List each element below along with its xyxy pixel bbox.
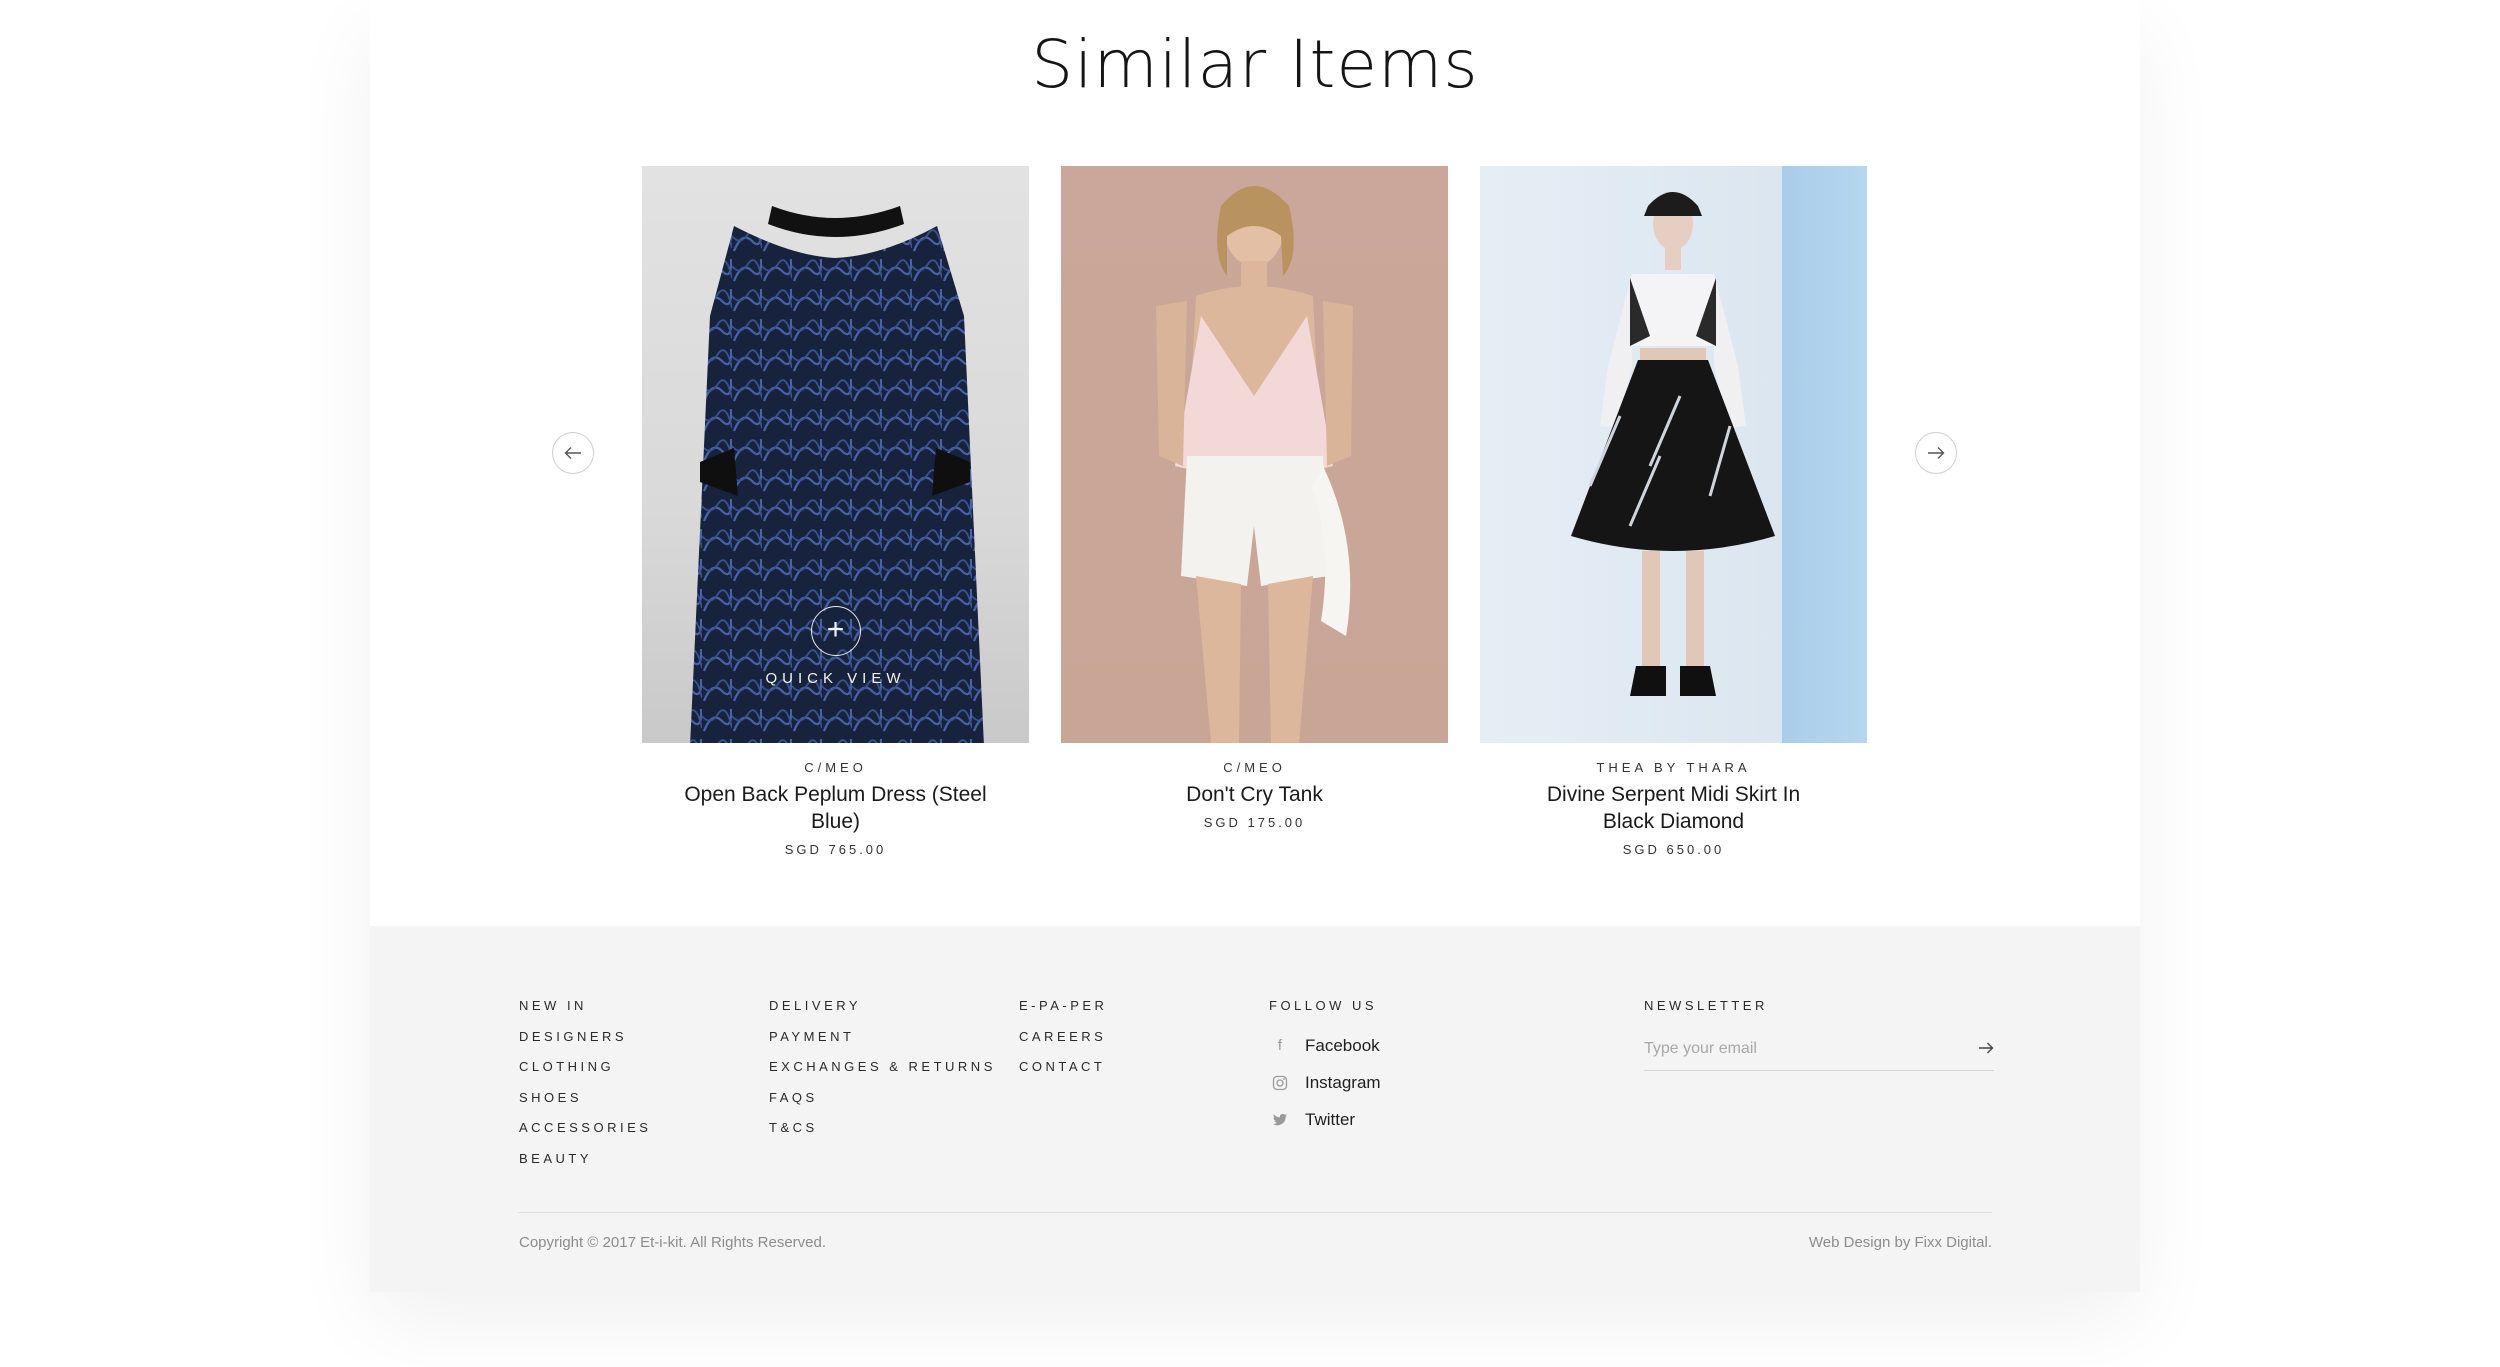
product-price: SGD 765.00 (784, 842, 887, 857)
arrow-right-icon (1979, 1042, 1994, 1054)
newsletter-title: NEWSLETTER (1644, 998, 1768, 1013)
newsletter-submit-button[interactable] (1978, 1038, 1994, 1061)
product-price: SGD 175.00 (1203, 815, 1306, 830)
page-frame: Similar Items + QUICK VIEW C/MEO Open Ba… (370, 0, 2140, 1292)
product-brand[interactable]: C/MEO (1061, 760, 1448, 775)
site-footer: NEW IN DESIGNERS CLOTHING SHOES ACCESSOR… (370, 926, 2140, 1292)
footer-link-clothing[interactable]: CLOTHING (519, 1059, 651, 1090)
footer-link-designers[interactable]: DESIGNERS (519, 1029, 651, 1060)
footer-link-payment[interactable]: PAYMENT (769, 1029, 996, 1060)
footer-divider (518, 1212, 1992, 1213)
newsletter-email-input[interactable] (1644, 1034, 1944, 1064)
instagram-icon (1269, 1073, 1291, 1093)
footer-link-e-pa-per[interactable]: E-PA-PER (1019, 998, 1107, 1029)
quick-view-button[interactable]: + QUICK VIEW (642, 606, 1029, 687)
copyright-text: Copyright © 2017 Et-i-kit. All Rights Re… (519, 1234, 827, 1251)
social-link-twitter[interactable]: Twitter (1269, 1101, 1381, 1138)
footer-link-shoes[interactable]: SHOES (519, 1090, 651, 1121)
product-name[interactable]: Don't Cry Tank (1061, 781, 1448, 808)
product-name[interactable]: Open Back Peplum Dress (Steel Blue) (642, 781, 1029, 835)
product-image[interactable] (1480, 166, 1867, 743)
product-brand[interactable]: THEA BY THARA (1480, 760, 1867, 775)
product-card[interactable]: THEA BY THARA Divine Serpent Midi Skirt … (1480, 166, 1867, 857)
product-card[interactable]: C/MEO Don't Cry Tank SGD 175.00 (1061, 166, 1448, 830)
social-label: Twitter (1305, 1109, 1356, 1129)
arrow-left-icon (564, 447, 581, 459)
product-price: SGD 650.00 (1622, 842, 1725, 857)
social-link-instagram[interactable]: Instagram (1269, 1064, 1381, 1101)
footer-help-links: DELIVERY PAYMENT EXCHANGES & RETURNS FAQ… (769, 998, 996, 1151)
footer-company-links: E-PA-PER CAREERS CONTACT (1019, 998, 1107, 1090)
similar-items-section: Similar Items + QUICK VIEW C/MEO Open Ba… (370, 0, 2140, 926)
footer-shop-links: NEW IN DESIGNERS CLOTHING SHOES ACCESSOR… (519, 998, 651, 1182)
quick-view-label: QUICK VIEW (765, 670, 906, 687)
product-brand[interactable]: C/MEO (642, 760, 1029, 775)
product-image[interactable] (1061, 166, 1448, 743)
facebook-icon: f (1277, 1037, 1283, 1054)
footer-link-careers[interactable]: CAREERS (1019, 1029, 1107, 1060)
footer-link-delivery[interactable]: DELIVERY (769, 998, 996, 1029)
carousel-prev-button[interactable] (552, 432, 594, 474)
newsletter-form (1644, 1034, 1994, 1071)
skirt-photo (1571, 192, 1775, 696)
tank-photo (1156, 186, 1353, 743)
footer-follow-us: FOLLOW US f Facebook Instagram Twitter (1269, 998, 1381, 1138)
social-label: Instagram (1305, 1072, 1381, 1092)
footer-newsletter: NEWSLETTER (1644, 998, 1994, 1071)
plus-icon: + (810, 606, 861, 656)
follow-us-title: FOLLOW US (1269, 998, 1378, 1013)
arrow-right-icon (1928, 447, 1945, 459)
footer-link-contact[interactable]: CONTACT (1019, 1059, 1107, 1090)
footer-link-faqs[interactable]: FAQS (769, 1090, 996, 1121)
footer-link-new-in[interactable]: NEW IN (519, 998, 651, 1029)
section-title: Similar Items (1031, 26, 1479, 103)
social-link-facebook[interactable]: f Facebook (1269, 1027, 1381, 1064)
social-label: Facebook (1305, 1035, 1380, 1055)
footer-link-accessories[interactable]: ACCESSORIES (519, 1120, 651, 1151)
product-image[interactable]: + QUICK VIEW (642, 166, 1029, 743)
twitter-icon (1269, 1110, 1291, 1130)
design-credit-link[interactable]: Web Design by Fixx Digital. (1809, 1234, 1992, 1251)
product-card[interactable]: + QUICK VIEW C/MEO Open Back Peplum Dres… (642, 166, 1029, 857)
carousel-next-button[interactable] (1915, 432, 1957, 474)
footer-link-tcs[interactable]: T&CS (769, 1120, 996, 1151)
product-name[interactable]: Divine Serpent Midi Skirt In Black Diamo… (1480, 781, 1867, 835)
footer-link-beauty[interactable]: BEAUTY (519, 1151, 651, 1182)
footer-link-exchanges-returns[interactable]: EXCHANGES & RETURNS (769, 1059, 996, 1090)
